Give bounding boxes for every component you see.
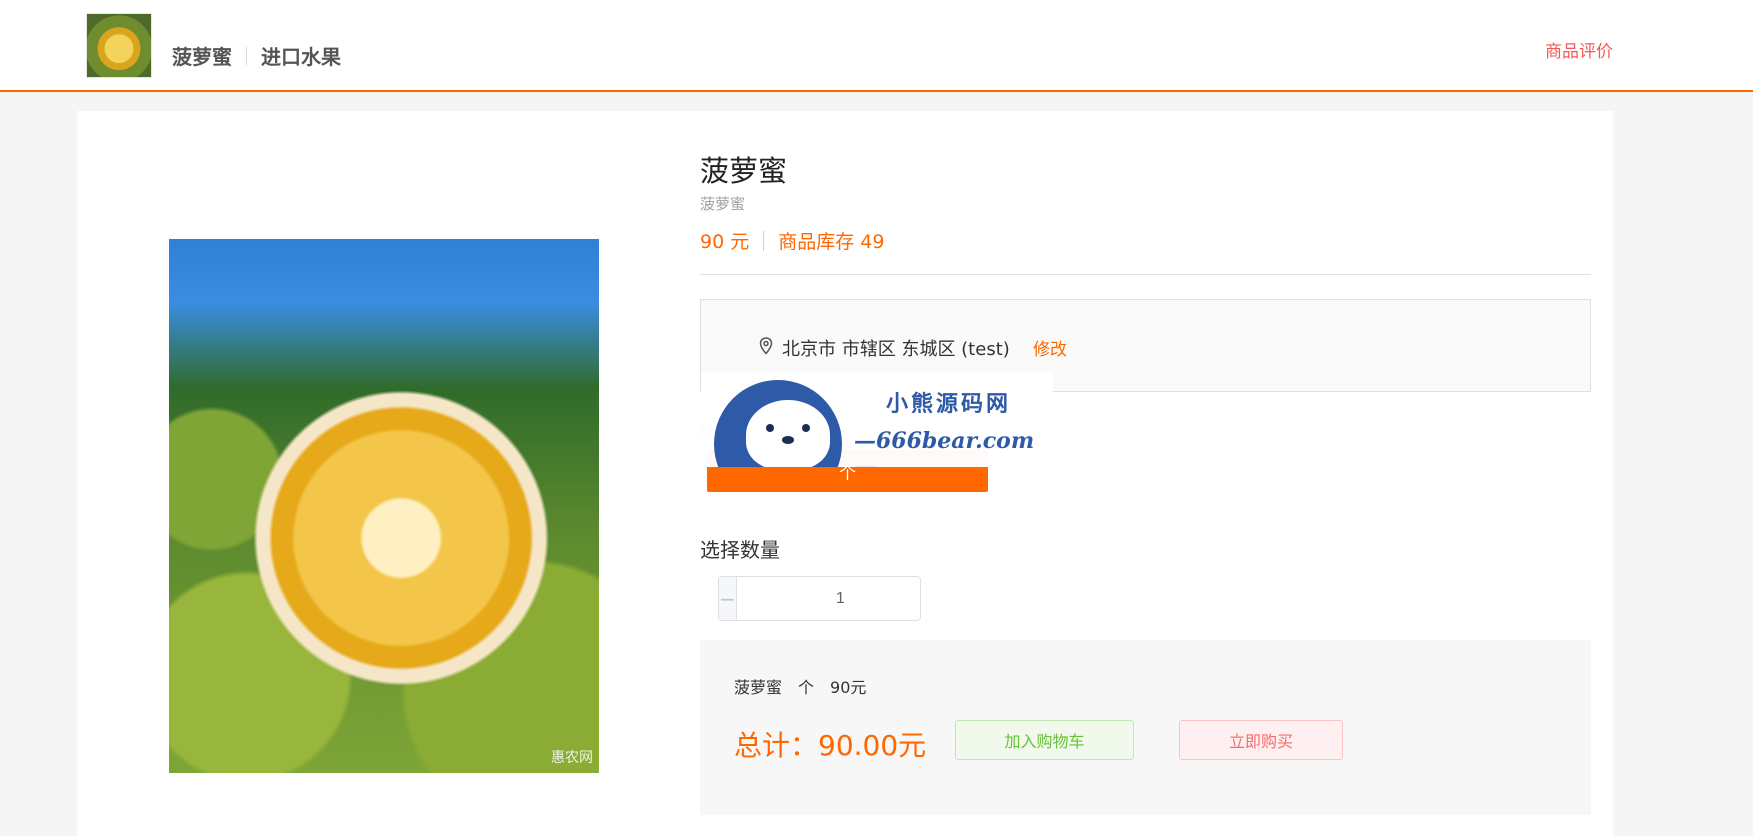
bear-face xyxy=(746,400,830,467)
top-header: 菠萝蜜 进口水果 商品评价 xyxy=(0,0,1753,92)
price-stock-line: 90 元 商品库存 49 xyxy=(700,227,884,254)
bear-nose xyxy=(782,436,794,444)
modify-address-link[interactable]: 修改 xyxy=(1033,335,1067,360)
breadcrumb-category[interactable]: 进口水果 xyxy=(261,41,341,70)
quantity-input[interactable] xyxy=(736,577,920,620)
product-title: 菠萝蜜 xyxy=(700,154,788,188)
site-watermark: 小熊源码网 —666bear.com— xyxy=(701,372,1053,467)
product-price: 90 元 xyxy=(700,231,750,253)
summary-item-spec: 个 xyxy=(798,678,815,697)
order-total: 总计：90.00元 xyxy=(734,729,927,762)
product-review-link[interactable]: 商品评价 xyxy=(1545,37,1613,62)
order-summary: 菠萝蜜 个 90元 总计：90.00元 加入购物车 立即购买 xyxy=(700,640,1591,815)
location-pin-icon xyxy=(759,337,773,355)
product-image: 惠农网 xyxy=(169,239,599,773)
quantity-label: 选择数量 xyxy=(700,538,780,562)
summary-line: 菠萝蜜 个 90元 xyxy=(734,674,882,698)
watermark-title: 小熊源码网 xyxy=(886,391,1012,417)
bear-eye-left xyxy=(766,424,774,432)
breadcrumb-divider xyxy=(246,46,247,65)
bear-logo-icon xyxy=(714,380,842,467)
product-subtitle: 菠萝蜜 xyxy=(700,195,746,213)
summary-item-name: 菠萝蜜 xyxy=(734,678,783,697)
add-to-cart-button[interactable]: 加入购物车 xyxy=(955,720,1134,760)
section-divider xyxy=(700,274,1591,275)
image-watermark: 惠农网 xyxy=(551,750,593,766)
product-stock: 商品库存 49 xyxy=(778,231,885,253)
address-text: 北京市 市辖区 东城区 (test) xyxy=(782,339,1010,360)
product-logo[interactable] xyxy=(86,13,152,78)
breadcrumb: 菠萝蜜 进口水果 xyxy=(172,41,341,70)
watermark-url: —666bear.com— xyxy=(854,428,1035,467)
buy-now-button[interactable]: 立即购买 xyxy=(1179,720,1343,760)
quantity-stepper: − + xyxy=(718,576,921,621)
breadcrumb-product: 菠萝蜜 xyxy=(172,45,232,69)
decrease-quantity-button[interactable]: − xyxy=(719,577,737,620)
price-divider xyxy=(763,230,765,251)
bear-eye-right xyxy=(802,424,810,432)
summary-item-price: 90元 xyxy=(830,678,867,697)
